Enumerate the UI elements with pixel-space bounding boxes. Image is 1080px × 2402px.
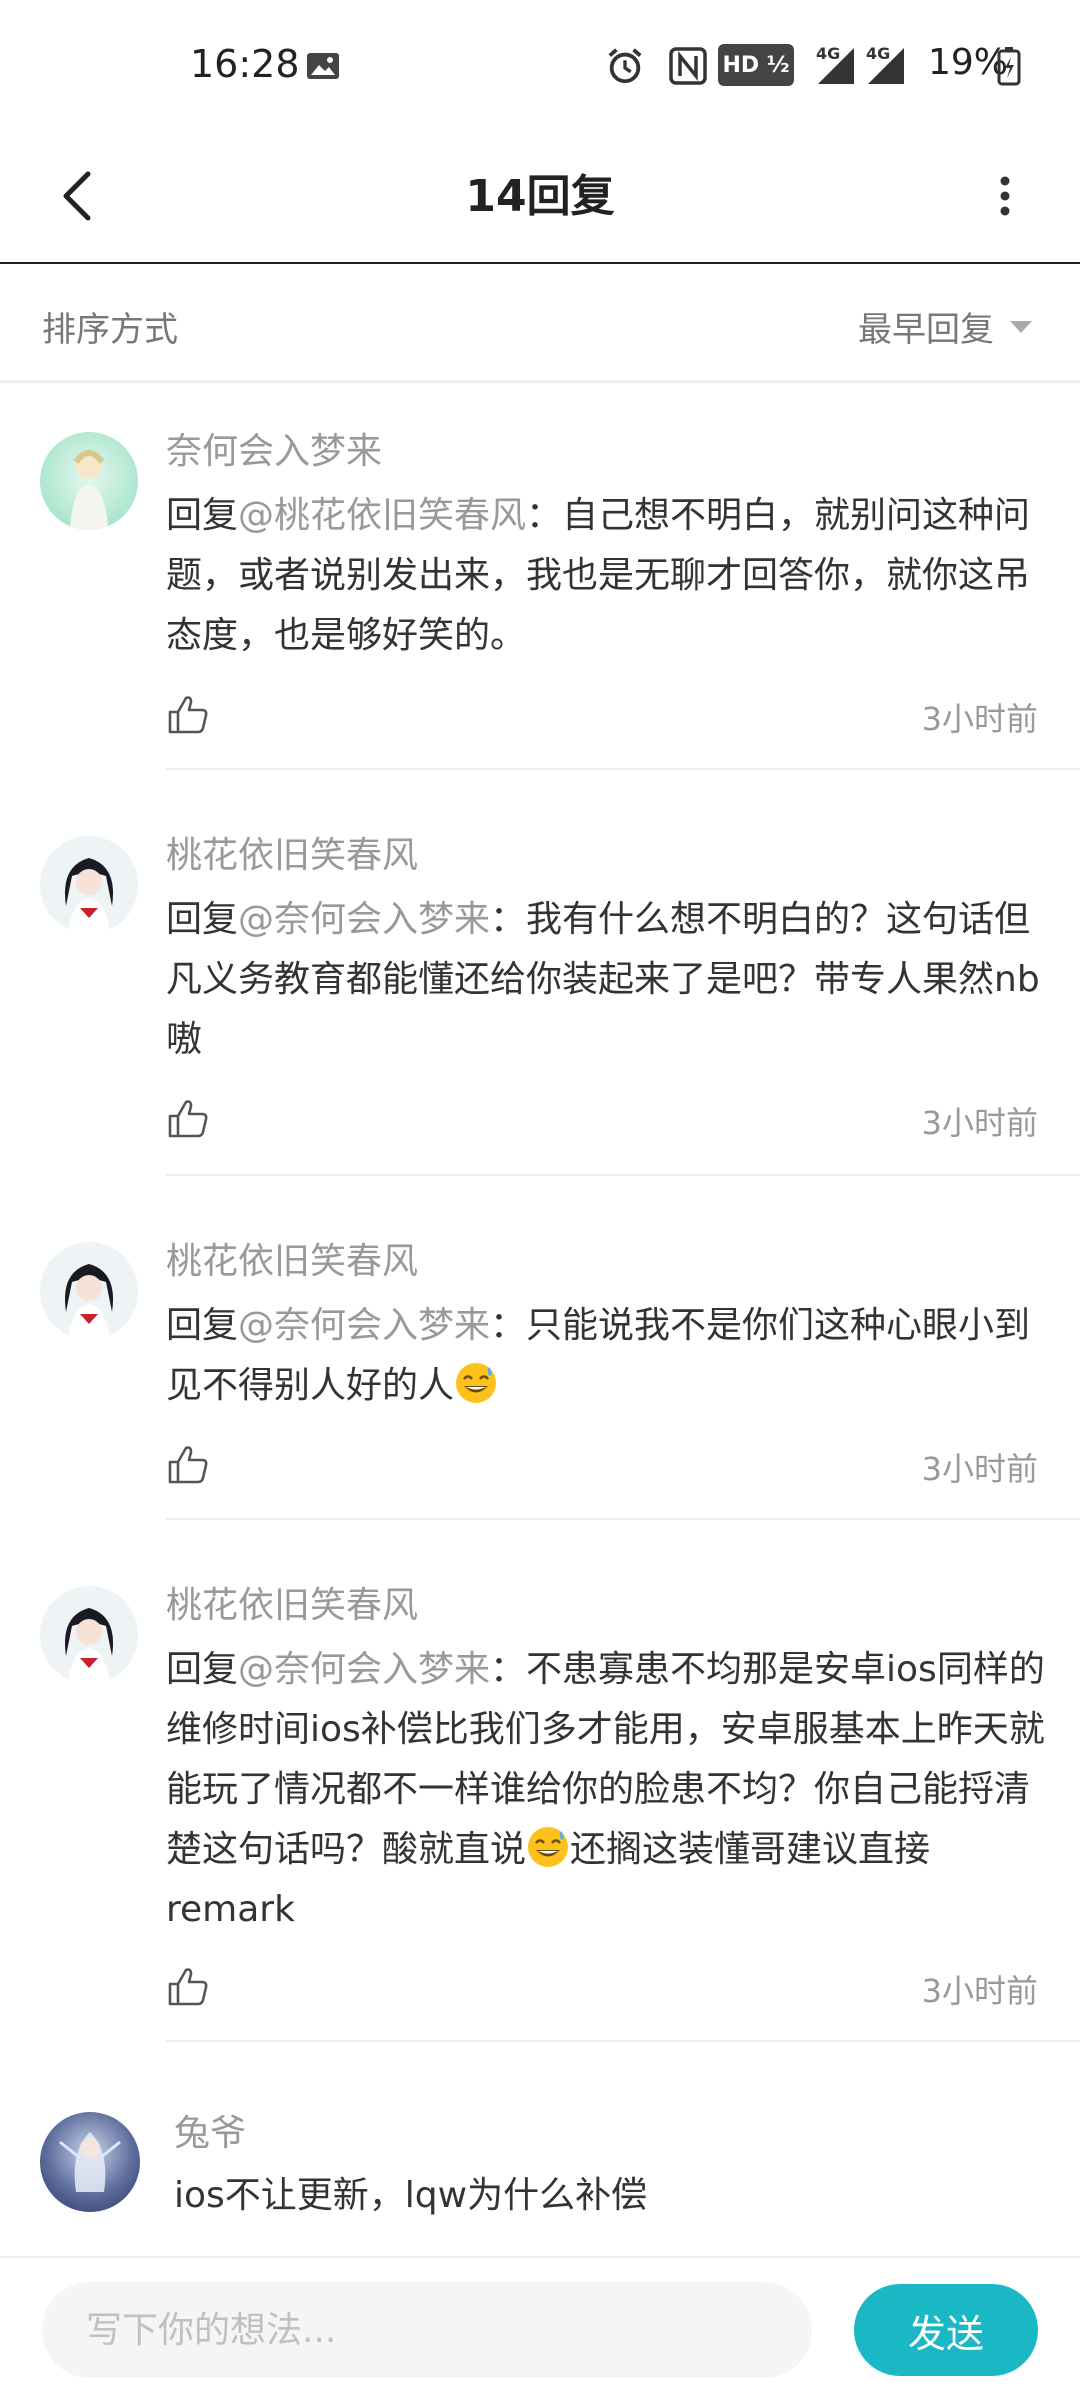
avatar-anime-girl-icon xyxy=(40,1586,138,1684)
alarm-icon xyxy=(608,48,642,84)
reply-prefix: 回复 xyxy=(166,1649,239,1690)
comment-item: 奈何会入梦来 回复@桃花依旧笑春风：自己想不明白，就别问这种问题，或者说别发出来… xyxy=(0,380,1080,770)
signal-icon-2 xyxy=(868,48,904,84)
hd-volte-icon: HD ½ xyxy=(718,44,794,86)
sort-label: 排序方式 xyxy=(42,310,178,350)
reply-prefix: 回复 xyxy=(166,899,239,940)
avatar[interactable] xyxy=(40,2112,140,2212)
avatar[interactable] xyxy=(40,432,138,530)
comment-input-wrapper xyxy=(42,2282,812,2378)
mention-link[interactable]: @桃花依旧笑春风 xyxy=(238,495,526,536)
status-time: 16:28 xyxy=(190,42,300,86)
reply-prefix: 回复 xyxy=(166,495,239,536)
avatar-anime-girl-icon xyxy=(40,836,138,934)
thumbs-up-icon[interactable] xyxy=(166,1964,210,2008)
reply-prefix: 回复 xyxy=(166,1305,239,1346)
comment-time: 3小时前 xyxy=(921,1450,1038,1488)
battery-icon xyxy=(997,47,1021,86)
send-button[interactable]: 发送 xyxy=(854,2284,1038,2376)
more-vertical-icon xyxy=(1000,176,1010,216)
comment-item: 桃花依旧笑春风 回复@奈何会入梦来：我有什么想不明白的？这句话但凡义务教育都能懂… xyxy=(0,770,1080,1176)
sort-selected-value: 最早回复 xyxy=(858,310,994,350)
comment-time: 3小时前 xyxy=(921,1104,1038,1142)
comment-text: 回复@奈何会入梦来：不患寡患不均那是安卓ios同样的维修时间ios补偿比我们多才… xyxy=(166,1640,1046,1940)
sweat-smile-emoji-icon xyxy=(456,1363,497,1403)
avatar-fantasy-character-icon xyxy=(59,2132,121,2192)
sweat-smile-emoji-icon xyxy=(528,1827,569,1867)
avatar-figure-icon xyxy=(70,450,108,530)
image-notification-icon xyxy=(307,53,339,79)
comment-author[interactable]: 桃花依旧笑春风 xyxy=(166,1232,418,1284)
comment-text: 回复@奈何会入梦来：我有什么想不明白的？这句话但凡义务教育都能懂还给你装起来了是… xyxy=(166,890,1046,1070)
mention-link[interactable]: @奈何会入梦来 xyxy=(238,1649,490,1690)
more-options-button[interactable] xyxy=(970,160,1040,232)
comment-item: 桃花依旧笑春风 回复@奈何会入梦来：只能说我不是你们这种心眼小到见不得别人好的人… xyxy=(0,1176,1080,1520)
mention-link[interactable]: @奈何会入梦来 xyxy=(238,1305,490,1346)
thumbs-up-icon[interactable] xyxy=(166,1442,210,1486)
comment-author[interactable]: 桃花依旧笑春风 xyxy=(166,826,418,878)
caret-down-icon xyxy=(1010,320,1032,333)
status-bar: 16:28 HD ½ 4G 4G 19% xyxy=(0,0,1080,130)
sort-bar: 排序方式 最早回复 xyxy=(0,264,1080,383)
comment-author[interactable]: 奈何会入梦来 xyxy=(166,422,382,474)
thumbs-up-icon[interactable] xyxy=(166,1096,210,1140)
avatar-anime-girl-icon xyxy=(40,1242,138,1340)
comment-content: ios不让更新，lqw为什么补偿 xyxy=(174,2175,648,2216)
sort-dropdown[interactable]: 最早回复 xyxy=(858,302,1034,351)
comment-text: 回复@桃花依旧笑春风：自己想不明白，就别问这种问题，或者说别发出来，我也是无聊才… xyxy=(166,486,1046,666)
comment-input[interactable] xyxy=(42,2282,812,2378)
thumbs-up-icon[interactable] xyxy=(166,692,210,736)
avatar[interactable] xyxy=(40,1586,138,1684)
app-header: 14回复 xyxy=(0,130,1080,264)
comment-text: ios不让更新，lqw为什么补偿 xyxy=(174,2166,1054,2226)
avatar[interactable] xyxy=(40,1242,138,1340)
comment-item: 兔爷 ios不让更新，lqw为什么补偿 xyxy=(0,2042,1080,2256)
comment-author[interactable]: 桃花依旧笑春风 xyxy=(166,1576,418,1628)
page-title: 14回复 xyxy=(465,171,615,222)
avatar[interactable] xyxy=(40,836,138,934)
comment-time: 3小时前 xyxy=(921,1972,1038,2010)
comment-item: 桃花依旧笑春风 回复@奈何会入梦来：不患寡患不均那是安卓ios同样的维修时间io… xyxy=(0,1520,1080,2042)
mention-link[interactable]: @奈何会入梦来 xyxy=(238,899,490,940)
nfc-icon xyxy=(669,47,707,85)
comment-composer: 发送 xyxy=(0,2256,1080,2402)
comment-author[interactable]: 兔爷 xyxy=(174,2104,246,2156)
comment-text: 回复@奈何会入梦来：只能说我不是你们这种心眼小到见不得别人好的人 xyxy=(166,1296,1046,1416)
signal-icon-1 xyxy=(818,48,854,84)
comment-time: 3小时前 xyxy=(921,700,1038,738)
